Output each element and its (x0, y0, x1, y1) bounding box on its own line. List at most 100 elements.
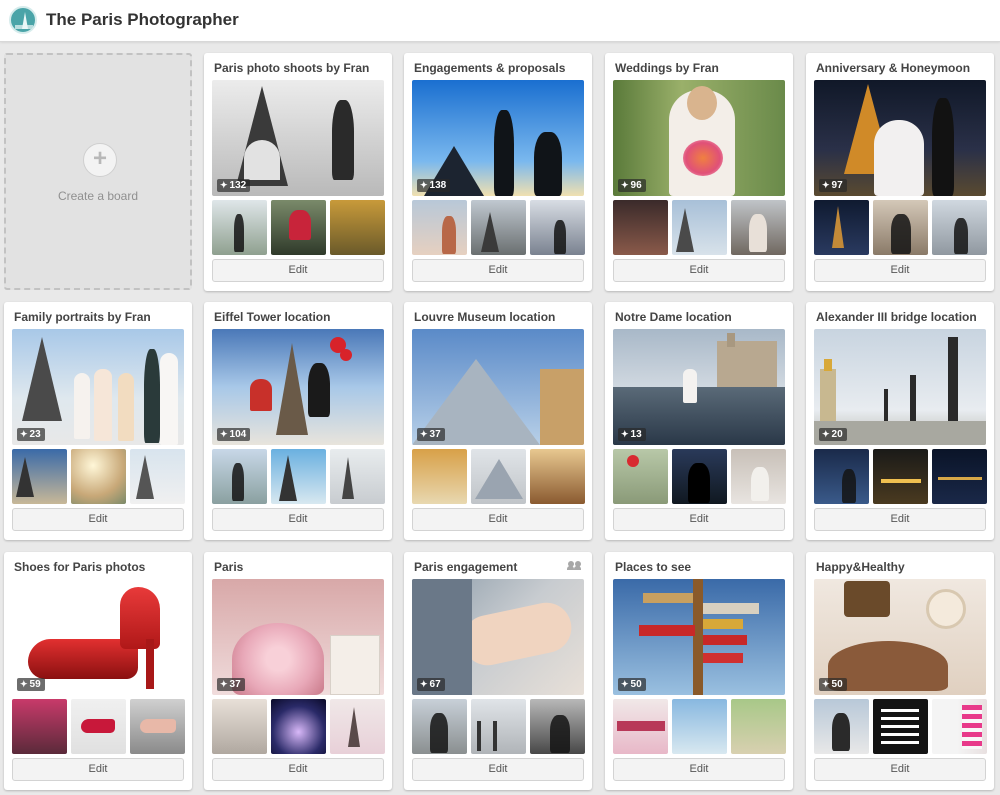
board-thumbnail[interactable] (613, 200, 668, 255)
board-title[interactable]: Alexander III bridge location (816, 310, 976, 324)
board-thumbnail[interactable] (471, 449, 526, 504)
board-cover-image[interactable]: ✦ 50 (814, 579, 986, 695)
board-thumbnail[interactable] (814, 200, 869, 255)
edit-board-button[interactable]: Edit (613, 259, 785, 282)
board-thumbnail[interactable] (130, 449, 185, 504)
board-title[interactable]: Paris engagement (414, 560, 574, 574)
board-thumbnail[interactable] (873, 699, 928, 754)
board-cover-image[interactable]: ✦ 50 (613, 579, 785, 695)
board-thumbnail[interactable] (530, 200, 585, 255)
board-cover-image[interactable]: ✦ 96 (613, 80, 785, 196)
board-cover-image[interactable]: ✦ 13 (613, 329, 785, 445)
board-cover-image[interactable]: ✦ 59 (12, 579, 184, 695)
board-thumbnail[interactable] (731, 699, 786, 754)
board-cover-image[interactable]: ✦ 20 (814, 329, 986, 445)
board-title[interactable]: Engagements & proposals (414, 61, 574, 75)
board-cover-image[interactable]: ✦ 23 (12, 329, 184, 445)
board-card[interactable]: Louvre Museum location ✦ 37 Edit (404, 302, 592, 540)
create-board-card[interactable]: + Create a board (4, 53, 192, 290)
board-thumbnail[interactable] (271, 200, 326, 255)
board-cover-image[interactable]: ✦ 97 (814, 80, 986, 196)
board-thumbnail[interactable] (932, 449, 987, 504)
board-thumbnail[interactable] (412, 449, 467, 504)
board-thumbnail[interactable] (873, 200, 928, 255)
edit-board-button[interactable]: Edit (212, 508, 384, 531)
board-title[interactable]: Paris (214, 560, 374, 574)
board-thumbnail[interactable] (212, 449, 267, 504)
board-card[interactable]: Paris photo shoots by Fran ✦ 132 Edit (204, 53, 392, 291)
board-thumbnail[interactable] (12, 449, 67, 504)
board-card[interactable]: Eiffel Tower location ✦ 104 Edit (204, 302, 392, 540)
board-thumbnail[interactable] (330, 200, 385, 255)
board-thumbnail[interactable] (530, 449, 585, 504)
edit-board-button[interactable]: Edit (412, 758, 584, 781)
board-thumbnail[interactable] (932, 200, 987, 255)
board-thumbnail[interactable] (814, 449, 869, 504)
board-title[interactable]: Paris photo shoots by Fran (214, 61, 374, 75)
board-card[interactable]: Paris ✦ 37 Edit (204, 552, 392, 790)
board-card[interactable]: Engagements & proposals ✦ 138 Edit (404, 53, 592, 291)
board-cover-image[interactable]: ✦ 132 (212, 80, 384, 196)
eiffel-logo-icon[interactable] (9, 6, 37, 34)
board-title[interactable]: Louvre Museum location (414, 310, 574, 324)
board-card[interactable]: Places to see ✦ 50 Edit (605, 552, 793, 790)
board-card[interactable]: Happy&Healthy ✦ 50 Edit (806, 552, 994, 790)
board-cover-image[interactable]: ✦ 37 (212, 579, 384, 695)
edit-board-button[interactable]: Edit (814, 758, 986, 781)
board-card[interactable]: Shoes for Paris photos ✦ 59 Edit (4, 552, 192, 790)
board-title[interactable]: Shoes for Paris photos (14, 560, 174, 574)
board-title[interactable]: Happy&Healthy (816, 560, 976, 574)
board-thumbnail[interactable] (814, 699, 869, 754)
board-thumbnail[interactable] (932, 699, 987, 754)
board-thumbnail[interactable] (731, 200, 786, 255)
board-thumbnail[interactable] (71, 699, 126, 754)
board-thumbnail[interactable] (672, 200, 727, 255)
board-thumbnail[interactable] (130, 699, 185, 754)
board-card[interactable]: Alexander III bridge location ✦ 20 Edit (806, 302, 994, 540)
board-thumbnail[interactable] (613, 699, 668, 754)
board-thumbnail[interactable] (212, 699, 267, 754)
board-thumbnail[interactable] (412, 200, 467, 255)
board-thumbnail[interactable] (530, 699, 585, 754)
board-thumbnail[interactable] (330, 699, 385, 754)
board-cover-image[interactable]: ✦ 138 (412, 80, 584, 196)
edit-board-button[interactable]: Edit (212, 758, 384, 781)
board-card[interactable]: Notre Dame location ✦ 13 Edit (605, 302, 793, 540)
edit-board-button[interactable]: Edit (613, 508, 785, 531)
board-thumbnail[interactable] (271, 449, 326, 504)
board-thumbnail[interactable] (672, 449, 727, 504)
board-cover-image[interactable]: ✦ 37 (412, 329, 584, 445)
board-title[interactable]: Notre Dame location (615, 310, 775, 324)
board-thumbnail[interactable] (212, 200, 267, 255)
board-thumbnail[interactable] (672, 699, 727, 754)
edit-board-button[interactable]: Edit (12, 758, 184, 781)
board-thumbnail[interactable] (613, 449, 668, 504)
plus-icon[interactable]: + (83, 143, 117, 177)
board-thumbnail[interactable] (471, 699, 526, 754)
board-card[interactable]: Anniversary & Honeymoon ✦ 97 Edit (806, 53, 994, 291)
board-title[interactable]: Eiffel Tower location (214, 310, 374, 324)
edit-board-button[interactable]: Edit (814, 259, 986, 282)
board-title[interactable]: Anniversary & Honeymoon (816, 61, 976, 75)
edit-board-button[interactable]: Edit (212, 259, 384, 282)
board-title[interactable]: Places to see (615, 560, 775, 574)
board-thumbnail[interactable] (471, 200, 526, 255)
board-thumbnail[interactable] (412, 699, 467, 754)
edit-board-button[interactable]: Edit (412, 259, 584, 282)
board-card[interactable]: Weddings by Fran ✦ 96 Edit (605, 53, 793, 291)
board-thumbnail[interactable] (12, 699, 67, 754)
board-cover-image[interactable]: ✦ 104 (212, 329, 384, 445)
site-title[interactable]: The Paris Photographer (46, 10, 239, 30)
board-thumbnail[interactable] (71, 449, 126, 504)
board-thumbnail[interactable] (731, 449, 786, 504)
edit-board-button[interactable]: Edit (814, 508, 986, 531)
edit-board-button[interactable]: Edit (12, 508, 184, 531)
board-thumbnail[interactable] (271, 699, 326, 754)
board-title[interactable]: Family portraits by Fran (14, 310, 174, 324)
board-title[interactable]: Weddings by Fran (615, 61, 775, 75)
edit-board-button[interactable]: Edit (412, 508, 584, 531)
board-cover-image[interactable]: ✦ 67 (412, 579, 584, 695)
board-thumbnail[interactable] (330, 449, 385, 504)
board-card[interactable]: Paris engagement ✦ 67 Edit (404, 552, 592, 790)
edit-board-button[interactable]: Edit (613, 758, 785, 781)
